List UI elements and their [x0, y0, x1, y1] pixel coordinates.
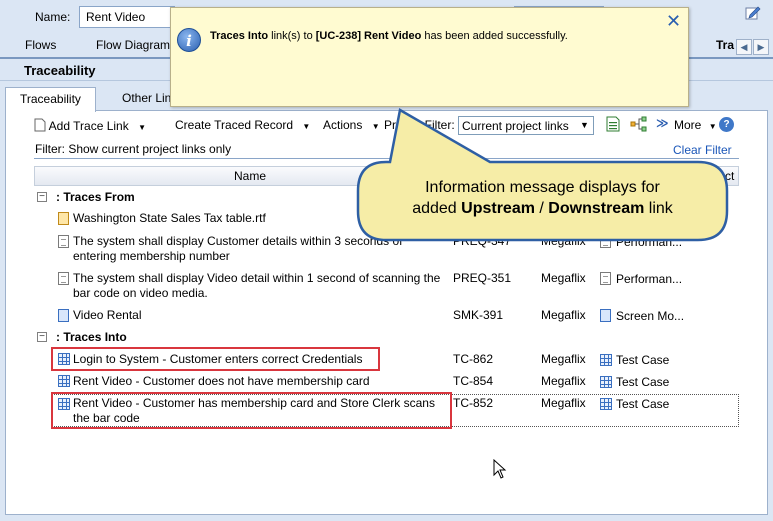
section-title: Traceability: [24, 63, 96, 78]
tab-scroll-left-icon[interactable]: ◀: [736, 39, 752, 55]
info-icon: i: [177, 28, 201, 52]
trace-id: SMK-391: [453, 308, 504, 322]
test-case-icon: [58, 375, 70, 387]
trace-name[interactable]: Washington State Sales Tax table.rtf: [73, 211, 266, 225]
trace-type: Test Case: [616, 397, 670, 411]
add-trace-link-button[interactable]: Add Trace Link ▼: [34, 118, 146, 133]
document-icon: [34, 118, 46, 132]
column-header-name[interactable]: Name: [234, 169, 266, 183]
trace-project: Megaflix: [541, 271, 586, 285]
chevron-down-icon: ▼: [138, 123, 146, 132]
trace-name[interactable]: The system shall display Video detail wi…: [73, 271, 448, 301]
trace-name[interactable]: Rent Video - Customer does not have memb…: [73, 374, 370, 388]
tab-traceability[interactable]: Tra: [716, 38, 734, 52]
trace-project: Megaflix: [541, 374, 586, 388]
add-trace-link-label: Add Trace Link: [48, 119, 129, 133]
tab-flows[interactable]: Flows: [25, 38, 56, 52]
test-case-type-icon: [600, 354, 612, 366]
rtf-file-icon: [58, 212, 69, 225]
filter-status: Filter: Show current project links only: [35, 142, 232, 156]
callout-text: Information message displays for added U…: [412, 179, 673, 217]
test-case-type-icon: [600, 398, 612, 410]
trace-type: Test Case: [616, 353, 670, 367]
trace-name[interactable]: Rent Video - Customer has membership car…: [73, 396, 451, 426]
collapse-traces-from-icon[interactable]: −: [37, 192, 47, 202]
create-traced-record-button[interactable]: Create Traced Record ▼: [175, 118, 310, 132]
mouse-cursor-icon: [493, 459, 507, 479]
trace-type: Performan...: [616, 272, 683, 286]
test-case-icon: [58, 353, 70, 365]
notification-message: Traces Into link(s) to [UC-238] Rent Vid…: [210, 30, 568, 42]
trace-project: Megaflix: [541, 308, 586, 322]
collapse-traces-into-icon[interactable]: −: [37, 332, 47, 342]
trace-project: Megaflix: [541, 396, 586, 410]
create-traced-record-label: Create Traced Record: [175, 118, 294, 132]
trace-project: Megaflix: [541, 352, 586, 366]
tab-scroll-right-icon[interactable]: ▶: [753, 39, 769, 55]
info-notification: [170, 7, 689, 107]
name-field[interactable]: Rent Video: [79, 6, 175, 28]
trace-name[interactable]: Login to System - Customer enters correc…: [73, 352, 362, 366]
requirement-icon: [58, 272, 69, 285]
name-label: Name:: [35, 10, 71, 24]
trace-type: Test Case: [616, 375, 670, 389]
tab-flow-diagram[interactable]: Flow Diagram: [96, 38, 170, 52]
chevron-down-icon: ▼: [302, 122, 311, 131]
screen-mockup-icon: [58, 309, 69, 322]
trace-type: Screen Mo...: [616, 309, 685, 323]
subtab-traceability[interactable]: Traceability: [5, 87, 96, 112]
requirement-type-icon: [600, 272, 611, 285]
group-traces-into: : Traces Into: [56, 330, 127, 344]
close-icon[interactable]: ✕: [666, 12, 681, 30]
group-traces-from: : Traces From: [56, 190, 135, 204]
edit-icon[interactable]: [745, 4, 761, 20]
trace-id: TC-852: [453, 396, 494, 410]
test-case-icon: [58, 398, 70, 410]
trace-id: TC-854: [453, 374, 494, 388]
screen-mockup-type-icon: [600, 309, 611, 322]
test-case-type-icon: [600, 376, 612, 388]
trace-id: PREQ-351: [453, 271, 512, 285]
trace-id: TC-862: [453, 352, 494, 366]
trace-name[interactable]: Video Rental: [73, 308, 142, 322]
requirement-icon: [58, 235, 69, 248]
callout-bubble: [356, 108, 729, 242]
